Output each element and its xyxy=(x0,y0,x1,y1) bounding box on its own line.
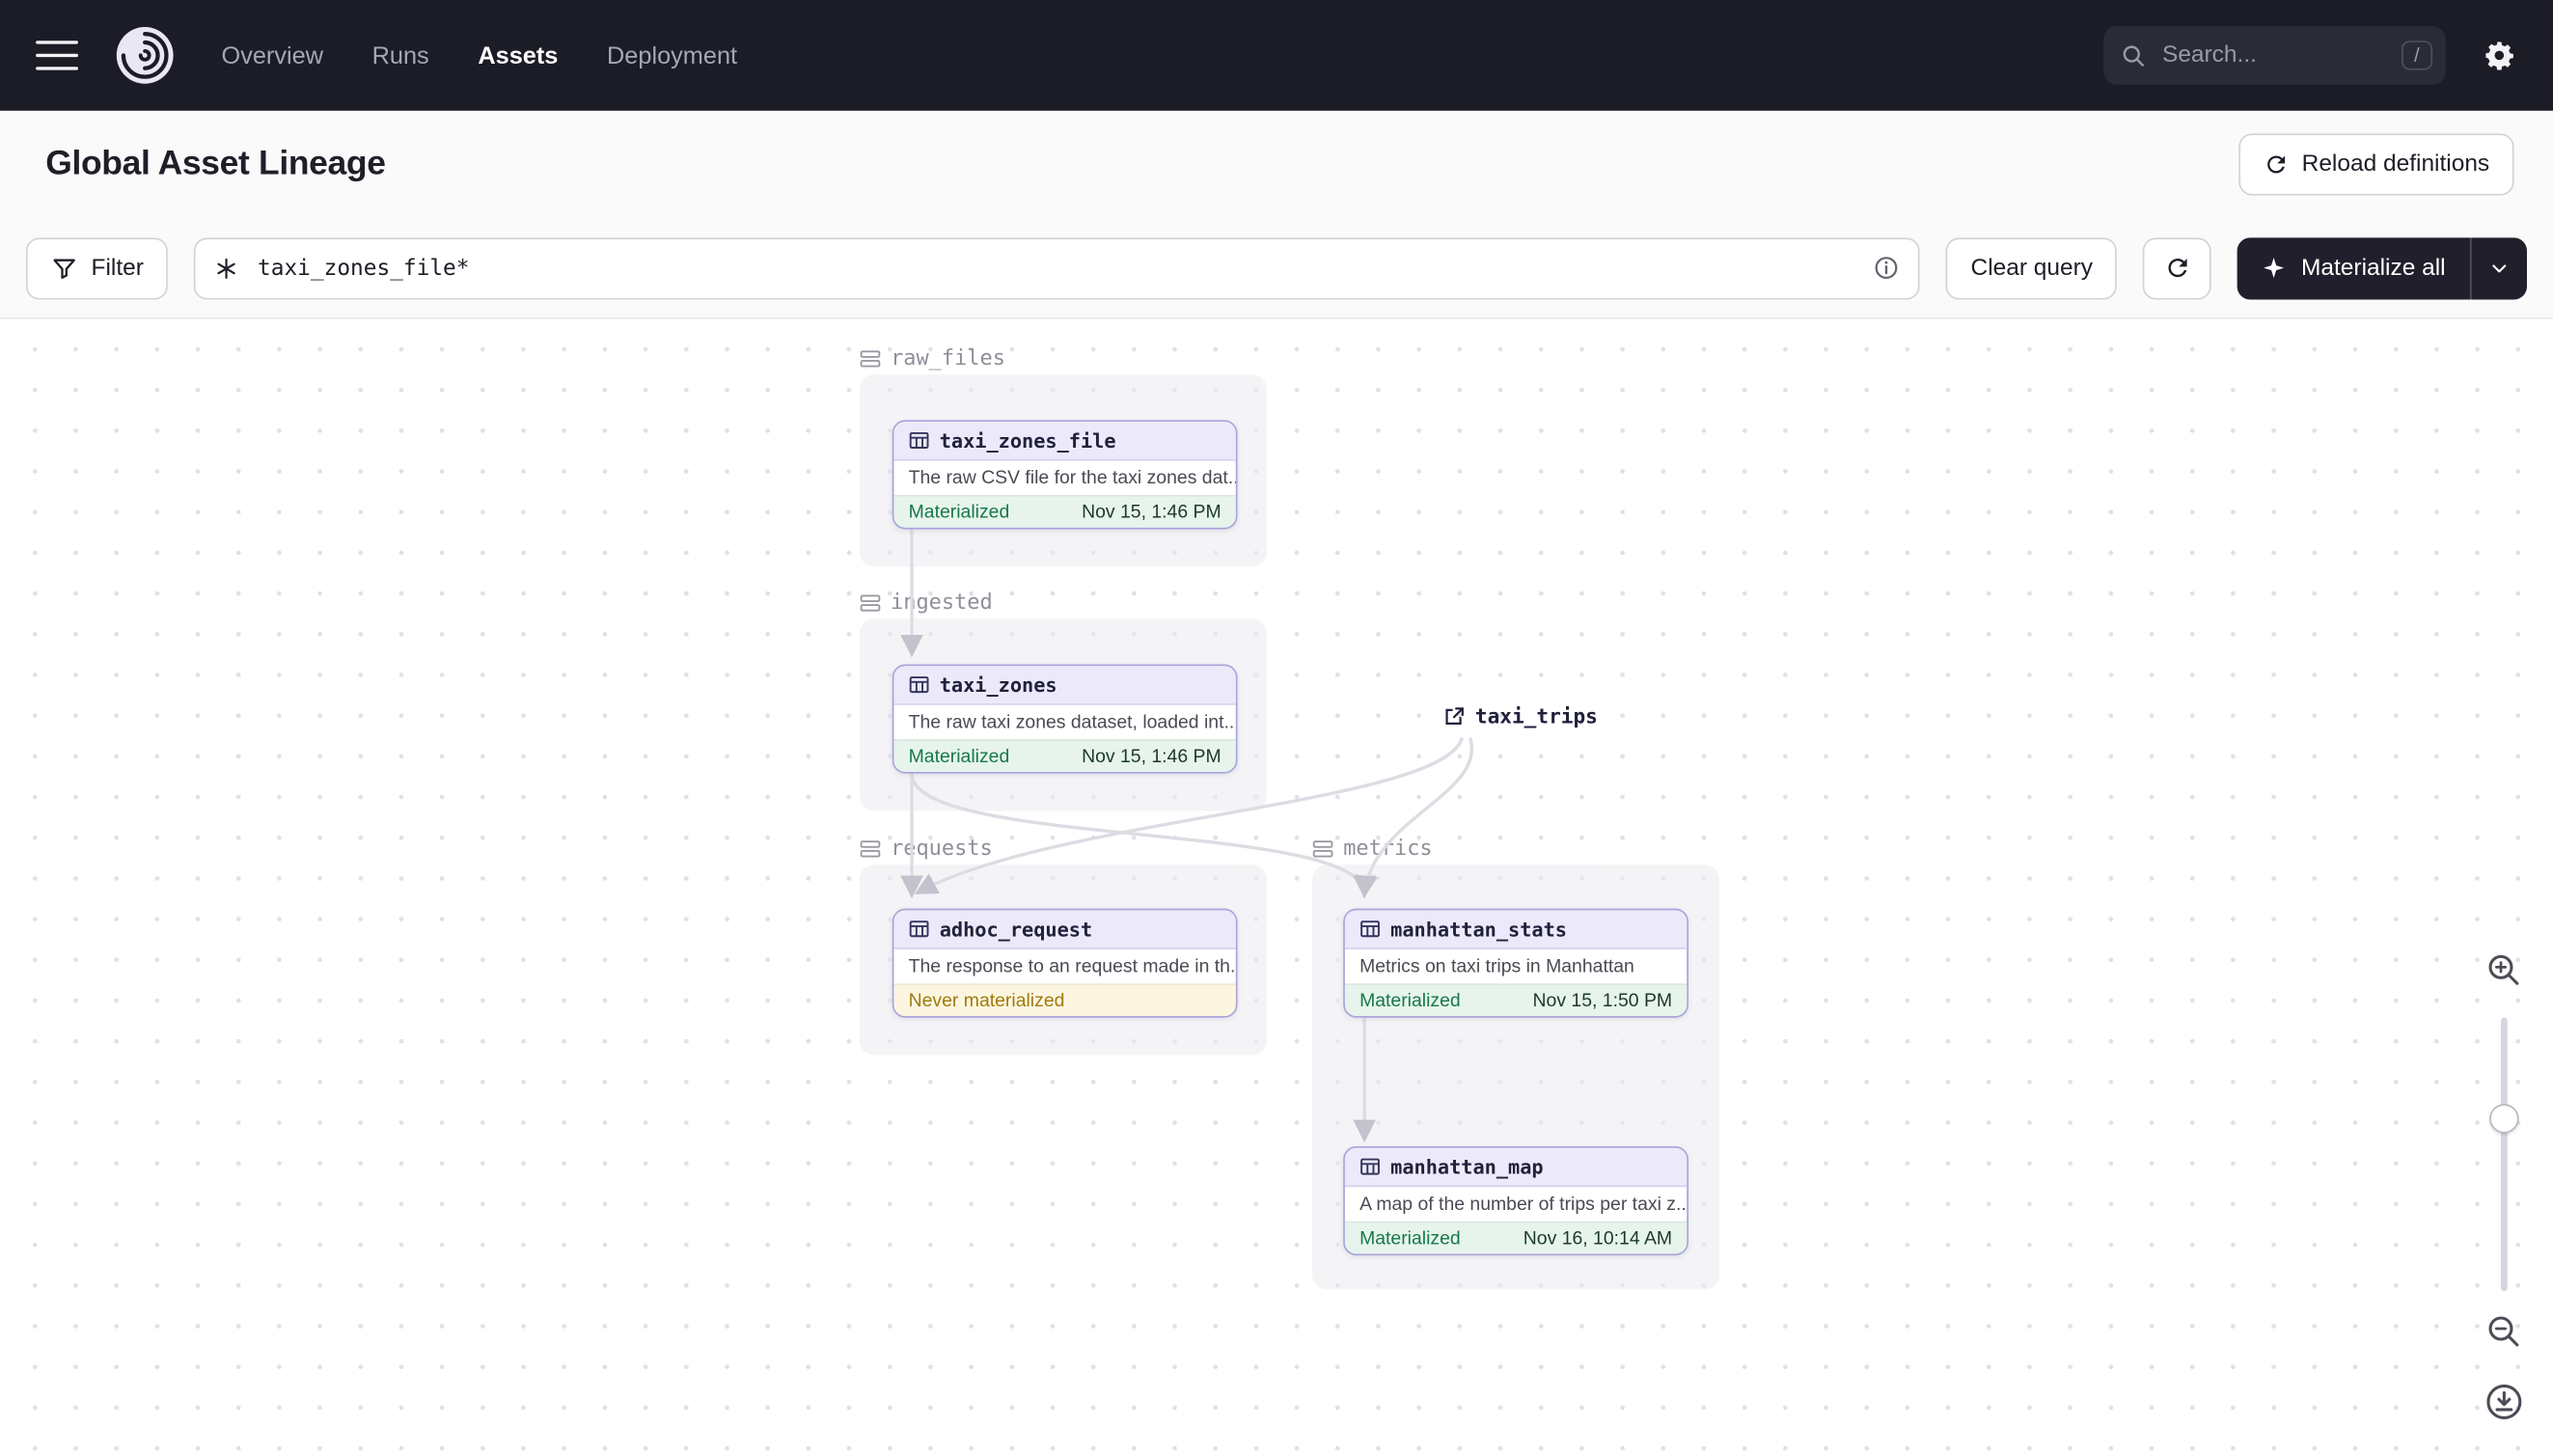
materialize-all-button[interactable]: Materialize all xyxy=(2237,237,2470,299)
dagster-logo-icon[interactable] xyxy=(114,24,176,86)
table-icon xyxy=(909,920,929,938)
asset-node-manhattan_map[interactable]: manhattan_map A map of the number of tri… xyxy=(1343,1146,1688,1256)
refresh-icon xyxy=(2168,259,2187,278)
navbar-right: / xyxy=(2103,26,2520,85)
reload-definitions-label: Reload definitions xyxy=(2301,151,2490,178)
asset-status: Materialized xyxy=(1359,1228,1461,1249)
settings-gear-icon[interactable] xyxy=(2478,34,2520,76)
group-label[interactable]: ingested xyxy=(860,587,1267,619)
asset-status-bar: Materialized Nov 15, 1:46 PM xyxy=(893,495,1236,528)
group-name: raw_files xyxy=(891,345,1005,371)
asset-name: manhattan_stats xyxy=(1390,917,1568,941)
table-icon xyxy=(909,431,929,449)
info-icon[interactable] xyxy=(1873,254,1901,282)
group-label[interactable]: metrics xyxy=(1312,832,1719,865)
reload-definitions-button[interactable]: Reload definitions xyxy=(2237,133,2514,196)
clear-query-label: Clear query xyxy=(1970,255,2094,282)
op-selector-icon xyxy=(217,258,236,279)
table-icon xyxy=(909,676,929,694)
group-icon xyxy=(1312,839,1333,857)
refresh-icon xyxy=(2266,155,2285,174)
search-shortcut-badge: / xyxy=(2401,41,2433,70)
group-name: metrics xyxy=(1343,836,1433,861)
search-icon xyxy=(2123,45,2144,67)
group-name: requests xyxy=(891,836,993,861)
filter-label: Filter xyxy=(91,255,144,282)
asset-timestamp: Nov 15, 1:46 PM xyxy=(1082,746,1222,766)
materialize-sparkle-icon xyxy=(2264,258,2285,279)
materialize-all-split-button: Materialize all xyxy=(2237,236,2527,299)
asset-node-adhoc_request[interactable]: adhoc_request The response to an request… xyxy=(892,908,1238,1018)
search-box[interactable]: / xyxy=(2103,26,2446,85)
lineage-canvas[interactable]: raw_files ingested requests metrics taxi… xyxy=(0,318,2553,1456)
asset-description: A map of the number of trips per taxi z.… xyxy=(1359,1194,1688,1215)
asset-description: The response to an request made in th... xyxy=(908,956,1236,976)
lineage-toolbar: Filter Clear query xyxy=(0,218,2553,319)
group-icon xyxy=(860,839,881,857)
nav-link-runs[interactable]: Runs xyxy=(372,41,429,69)
nav-links: Overview Runs Assets Deployment xyxy=(222,41,738,69)
group-label[interactable]: raw_files xyxy=(860,342,1267,374)
nav-link-assets[interactable]: Assets xyxy=(478,41,558,69)
zoom-slider-thumb[interactable] xyxy=(2489,1104,2519,1134)
asset-name: manhattan_map xyxy=(1390,1155,1544,1178)
materialize-options-dropdown[interactable] xyxy=(2472,237,2527,299)
asset-status-bar: Never materialized xyxy=(893,983,1236,1016)
group-label[interactable]: requests xyxy=(860,832,1267,865)
asset-query-input[interactable] xyxy=(254,253,1859,283)
asset-status: Materialized xyxy=(908,746,1010,766)
page-header: Global Asset Lineage Reload definitions xyxy=(0,110,2553,219)
asset-description: The raw taxi zones dataset, loaded int..… xyxy=(908,712,1236,732)
asset-node-taxi_zones[interactable]: taxi_zones The raw taxi zones dataset, l… xyxy=(892,664,1238,774)
asset-timestamp: Nov 15, 1:50 PM xyxy=(1532,990,1673,1011)
nav-link-deployment[interactable]: Deployment xyxy=(607,41,737,69)
zoom-out-button[interactable] xyxy=(2480,1307,2529,1357)
asset-timestamp: Nov 15, 1:46 PM xyxy=(1082,502,1222,522)
filter-funnel-icon xyxy=(53,259,75,279)
zoom-slider[interactable] xyxy=(2489,1017,2519,1292)
lineage-edges xyxy=(900,529,1474,1143)
materialize-all-label: Materialize all xyxy=(2301,255,2446,282)
menu-icon[interactable] xyxy=(36,41,78,70)
asset-description: The raw CSV file for the taxi zones dat.… xyxy=(908,468,1236,488)
asset-status: Never materialized xyxy=(908,990,1065,1011)
asset-node-taxi_zones_file[interactable]: taxi_zones_file The raw CSV file for the… xyxy=(892,420,1238,530)
refresh-graph-button[interactable] xyxy=(2143,236,2212,299)
asset-status-bar: Materialized Nov 15, 1:50 PM xyxy=(1344,983,1688,1016)
asset-status: Materialized xyxy=(1359,990,1461,1011)
clear-query-button[interactable]: Clear query xyxy=(1946,236,2118,299)
external-asset-name: taxi_trips xyxy=(1474,703,1598,728)
filter-button[interactable]: Filter xyxy=(26,236,169,299)
table-icon xyxy=(1360,1158,1380,1175)
nav-link-overview[interactable]: Overview xyxy=(222,41,323,69)
external-asset-taxi_trips[interactable]: taxi_trips xyxy=(1442,703,1598,728)
asset-query-field[interactable] xyxy=(194,236,1921,299)
search-input[interactable] xyxy=(2158,41,2388,70)
external-link-icon xyxy=(1445,706,1464,725)
asset-node-manhattan_stats[interactable]: manhattan_stats Metrics on taxi trips in… xyxy=(1343,908,1688,1018)
table-icon xyxy=(1360,920,1380,938)
asset-status-bar: Materialized Nov 15, 1:46 PM xyxy=(893,739,1236,772)
asset-name: taxi_zones xyxy=(939,673,1057,697)
asset-timestamp: Nov 16, 10:14 AM xyxy=(1523,1228,1673,1249)
top-navbar: Overview Runs Assets Deployment / xyxy=(0,0,2553,111)
asset-name: taxi_zones_file xyxy=(939,428,1116,453)
chevron-down-icon xyxy=(2492,263,2507,272)
asset-status-bar: Materialized Nov 16, 10:14 AM xyxy=(1344,1221,1688,1254)
app-window: Overview Runs Assets Deployment / xyxy=(0,0,2553,1456)
asset-description: Metrics on taxi trips in Manhattan xyxy=(1359,956,1634,976)
download-view-button[interactable] xyxy=(2477,1374,2532,1429)
group-icon xyxy=(860,593,881,611)
group-icon xyxy=(860,349,881,367)
zoom-in-button[interactable] xyxy=(2480,946,2529,995)
asset-status: Materialized xyxy=(908,502,1010,522)
group-name: ingested xyxy=(891,590,993,616)
page-title: Global Asset Lineage xyxy=(45,145,386,182)
asset-name: adhoc_request xyxy=(939,917,1093,941)
